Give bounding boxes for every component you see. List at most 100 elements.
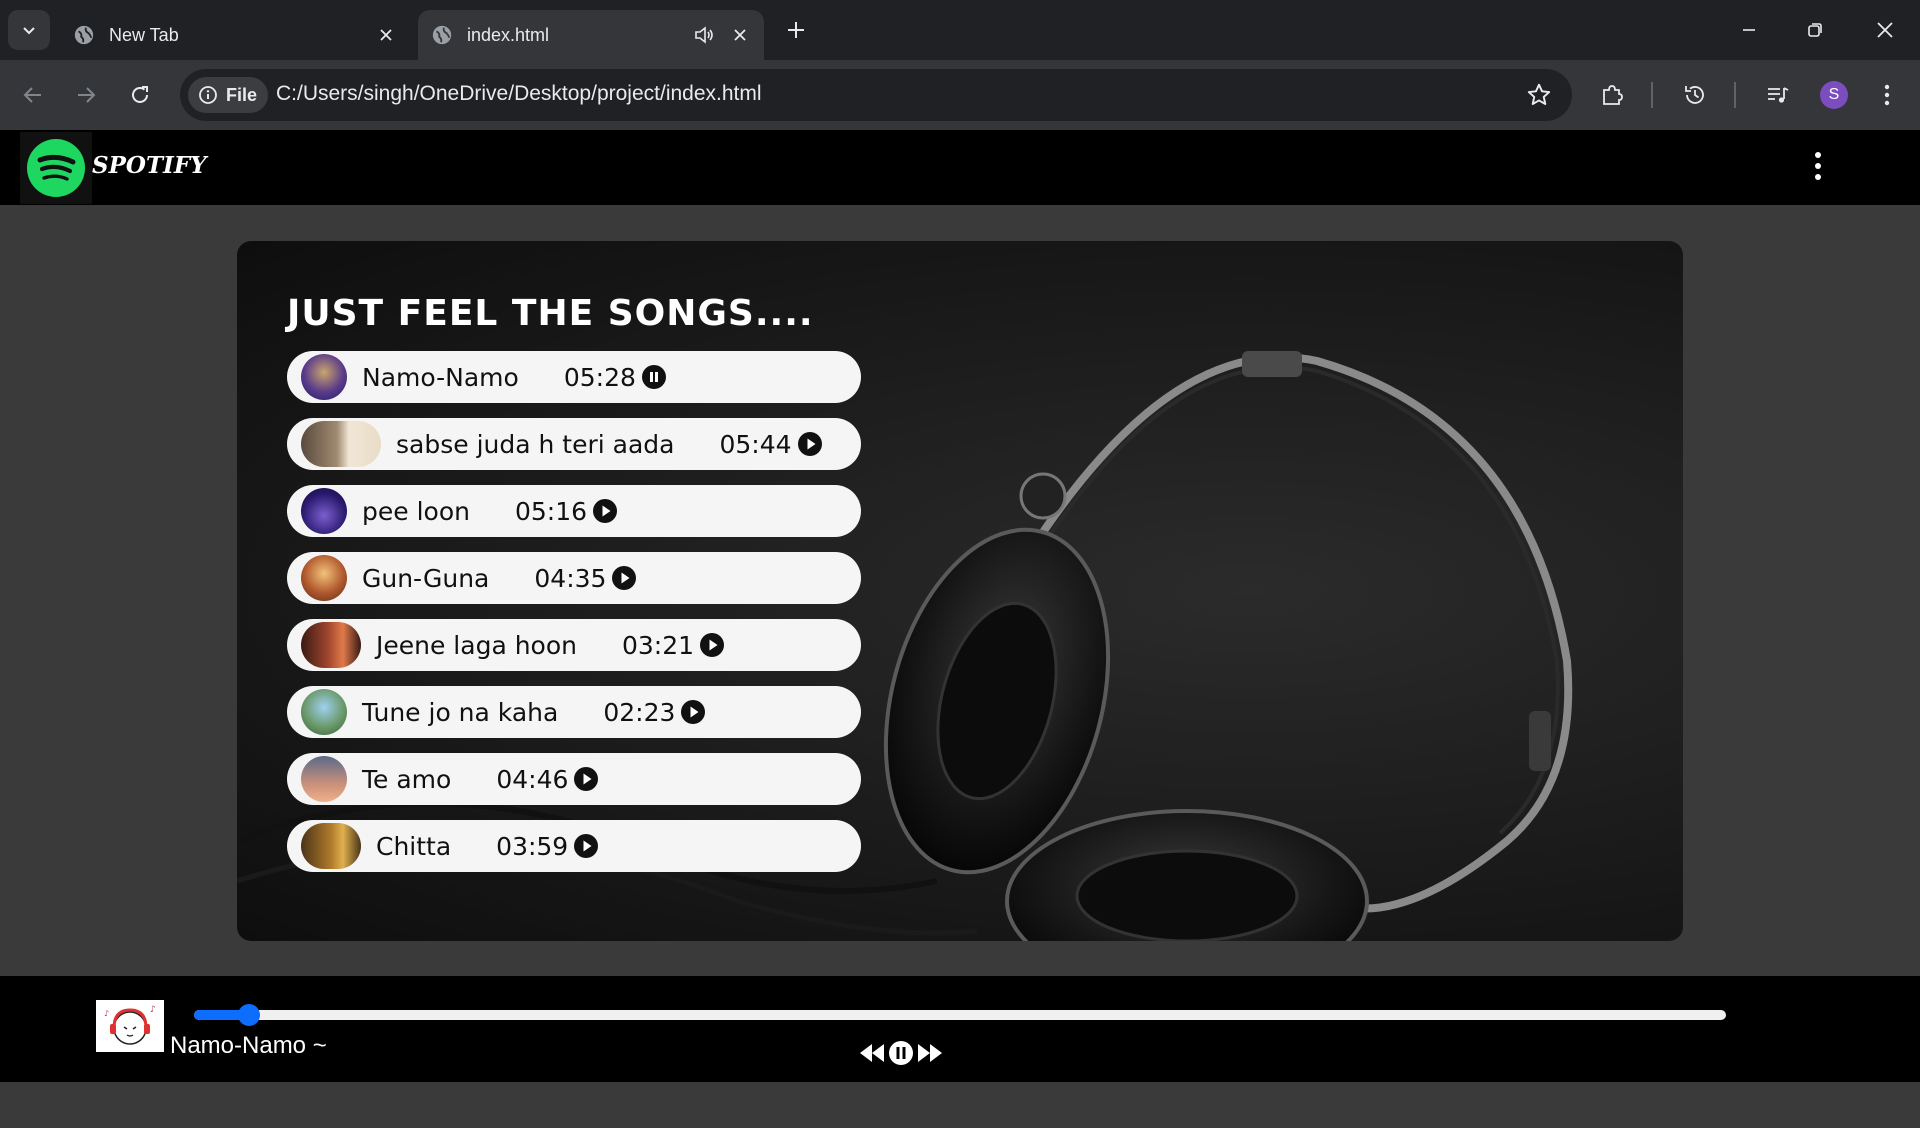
song-duration: 05:28 xyxy=(563,362,636,392)
song-item[interactable]: Namo-Namo 05:28 xyxy=(287,351,861,403)
song-name: Tune jo na kaha xyxy=(362,697,559,727)
history-icon xyxy=(1685,86,1704,104)
profile-avatar[interactable]: S xyxy=(1820,81,1848,109)
song-duration: 04:35 xyxy=(534,563,607,593)
reload-button[interactable] xyxy=(120,75,160,115)
bookmark-star-icon[interactable] xyxy=(1526,82,1552,108)
song-cover xyxy=(301,421,381,467)
now-playing-gif: ♪ ♪ xyxy=(96,1000,164,1052)
globe-icon xyxy=(74,25,94,45)
pause-icon[interactable] xyxy=(888,1040,914,1066)
song-item[interactable]: Tune jo na kaha 02:23 xyxy=(287,686,861,738)
song-item[interactable]: Jeene laga hoon 03:21 xyxy=(287,619,861,671)
play-icon[interactable] xyxy=(612,566,637,590)
song-name: Namo-Namo xyxy=(362,362,519,392)
song-name: Gun-Guna xyxy=(362,563,490,593)
back-button[interactable] xyxy=(13,75,53,115)
song-item[interactable]: Gun-Guna 04:35 xyxy=(287,552,861,604)
hero-banner: JUST FEEL THE SONGS.... Namo-Namo 05:28 … xyxy=(237,241,1683,941)
song-name: Te amo xyxy=(362,764,452,794)
svg-text:♪: ♪ xyxy=(150,1005,156,1015)
close-window-button[interactable] xyxy=(1860,10,1910,50)
next-icon[interactable] xyxy=(916,1042,944,1064)
song-item[interactable]: Te amo 04:46 xyxy=(287,753,861,805)
song-duration: 05:16 xyxy=(514,496,588,526)
song-item[interactable]: Chitta 03:59 xyxy=(287,820,861,872)
play-icon[interactable] xyxy=(574,834,599,858)
reload-icon xyxy=(132,86,148,103)
site-info-chip[interactable]: File xyxy=(188,77,268,113)
play-icon[interactable] xyxy=(574,767,599,791)
song-cover xyxy=(301,756,347,802)
song-item[interactable]: sabse juda h teri aada 05:44 xyxy=(287,418,861,470)
restore-icon xyxy=(1808,23,1822,37)
song-name: pee loon xyxy=(362,496,470,526)
brand-name: SPOTIFY xyxy=(92,152,207,179)
now-playing-title: Namo-Namo ~ xyxy=(170,1032,327,1059)
song-cover xyxy=(301,555,347,601)
previous-icon[interactable] xyxy=(858,1042,886,1064)
pause-icon[interactable] xyxy=(641,365,666,389)
playlist-music-icon xyxy=(1768,87,1789,103)
history-button[interactable] xyxy=(1680,80,1710,110)
playback-controls xyxy=(858,1040,944,1066)
song-duration: 02:23 xyxy=(603,697,676,727)
arrow-right-icon xyxy=(78,87,96,103)
song-cover xyxy=(301,488,347,534)
minimize-icon xyxy=(1743,29,1755,31)
restore-button[interactable] xyxy=(1790,10,1840,50)
tab-index-html[interactable]: index.html xyxy=(418,10,764,60)
puzzle-icon xyxy=(1603,85,1623,105)
close-tab-icon[interactable] xyxy=(372,21,400,49)
speaker-icon[interactable] xyxy=(692,23,716,47)
song-cover xyxy=(301,622,361,668)
song-cover xyxy=(301,354,347,400)
song-duration: 05:44 xyxy=(719,429,792,459)
song-name: Chitta xyxy=(376,831,452,861)
chevron-down-icon xyxy=(23,27,35,35)
song-name: Jeene laga hoon xyxy=(376,630,577,660)
browser-tab-strip: New Tab index.html xyxy=(0,0,1920,60)
tab-search-button[interactable] xyxy=(8,10,50,50)
tab-new-tab[interactable]: New Tab xyxy=(60,10,410,60)
song-cover xyxy=(301,823,361,869)
dot xyxy=(1815,152,1821,158)
dot xyxy=(1815,163,1821,169)
song-duration: 03:59 xyxy=(496,831,569,861)
chrome-menu-button[interactable] xyxy=(1872,80,1902,110)
page-heading: JUST FEEL THE SONGS.... xyxy=(287,293,814,334)
extensions-button[interactable] xyxy=(1597,80,1627,110)
menu-button[interactable] xyxy=(1806,150,1830,182)
song-duration: 04:46 xyxy=(496,764,569,794)
song-item[interactable]: pee loon 05:16 xyxy=(287,485,861,537)
play-icon[interactable] xyxy=(681,700,706,724)
minimize-button[interactable] xyxy=(1724,10,1774,50)
globe-icon xyxy=(432,25,452,45)
info-icon xyxy=(199,86,217,104)
url-text[interactable]: C:/Users/singh/OneDrive/Desktop/project/… xyxy=(276,82,762,106)
forward-button[interactable] xyxy=(66,75,106,115)
web-page: SPOTIFY JUST FEEL THE SONGS.... Namo-Nam… xyxy=(0,130,1920,1128)
song-name: sabse juda h teri aada xyxy=(396,429,675,459)
close-icon xyxy=(1877,22,1893,38)
spotify-logo-icon xyxy=(27,139,85,197)
tab-title: index.html xyxy=(467,24,550,45)
player-bar: ♪ ♪ Namo-Namo ~ xyxy=(0,976,1920,1082)
play-icon[interactable] xyxy=(797,432,822,456)
more-vert-icon xyxy=(1884,84,1890,106)
close-tab-icon[interactable] xyxy=(726,21,754,49)
spotify-logo[interactable] xyxy=(20,132,92,204)
play-icon[interactable] xyxy=(593,499,618,523)
media-controls-button[interactable] xyxy=(1763,80,1793,110)
song-cover xyxy=(301,689,347,735)
new-tab-button[interactable] xyxy=(780,14,812,46)
play-icon[interactable] xyxy=(700,633,725,657)
toolbar-divider xyxy=(1651,82,1653,108)
app-navbar: SPOTIFY xyxy=(0,130,1920,205)
browser-toolbar: File C:/Users/singh/OneDrive/Desktop/pro… xyxy=(0,60,1920,130)
address-bar[interactable]: File C:/Users/singh/OneDrive/Desktop/pro… xyxy=(180,69,1572,121)
plus-icon xyxy=(788,22,804,38)
arrow-left-icon xyxy=(23,87,41,103)
progress-slider[interactable] xyxy=(194,1004,1726,1026)
progress-thumb[interactable] xyxy=(238,1004,261,1026)
